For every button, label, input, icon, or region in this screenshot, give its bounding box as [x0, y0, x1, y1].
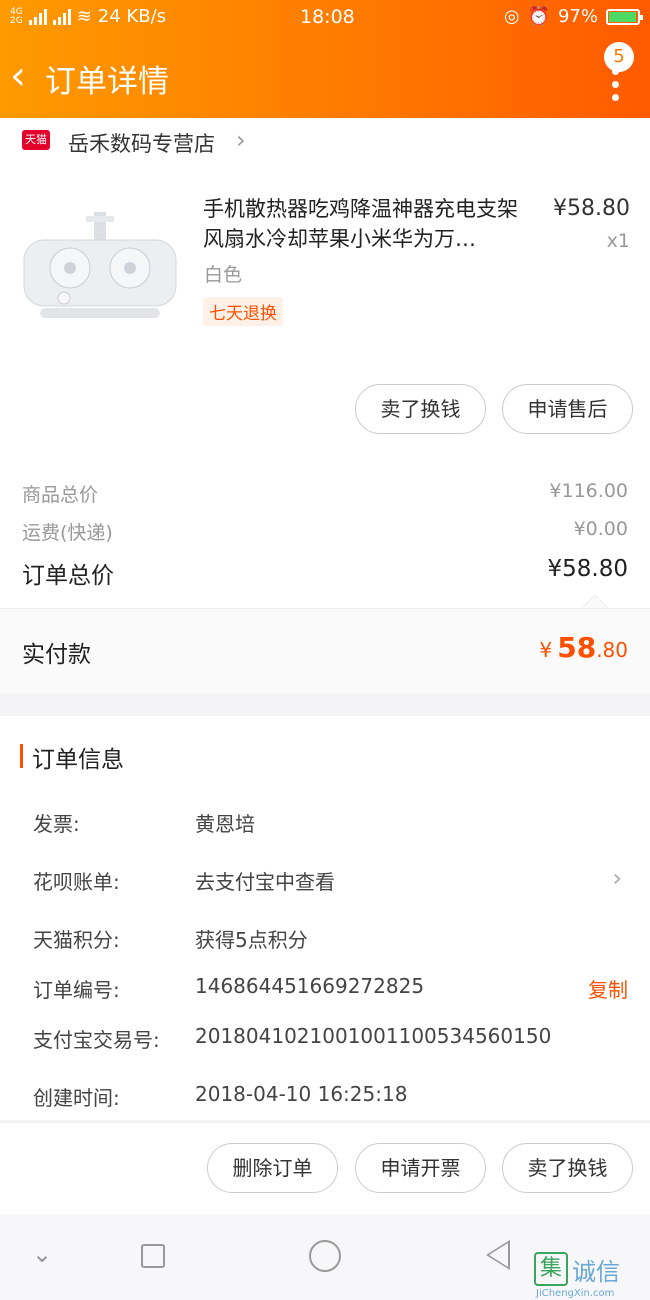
goods-total-row: 商品总价 ¥116.00: [22, 480, 628, 507]
info-value: 去支付宝中查看: [195, 870, 335, 894]
recents-square-icon[interactable]: [141, 1244, 165, 1268]
info-value: 2018-04-10 16:25:18: [195, 1082, 408, 1106]
sell-button[interactable]: 卖了换钱: [355, 384, 486, 434]
more-menu-icon[interactable]: [612, 68, 620, 107]
goods-total-value: ¥116.00: [549, 480, 628, 502]
status-left: 4G 2G ≋ 24 KB/s: [10, 6, 166, 27]
invoice-row: 发票: 黄恩培: [33, 808, 628, 838]
status-bar: 4G 2G ≋ 24 KB/s 18:08 ◎ ⏰ 97%: [0, 0, 650, 34]
signal-icon-2: [52, 8, 71, 25]
section-accent-bar: [20, 744, 23, 768]
shipping-row: 运费(快递) ¥0.00: [22, 518, 628, 545]
watermark-text: 诚信: [572, 1258, 620, 1286]
order-info-title: 订单信息: [32, 747, 124, 773]
info-value: 黄恩培: [195, 812, 255, 836]
paid-amount: ¥ 58.80: [539, 631, 628, 664]
wifi-icon: ≋: [76, 6, 92, 27]
watermark: 集 诚信 JiChengXin.com: [534, 1252, 644, 1300]
delete-order-button[interactable]: 删除订单: [207, 1143, 338, 1193]
back-triangle-icon[interactable]: [486, 1240, 510, 1270]
price-summary: 商品总价 ¥116.00 运费(快递) ¥0.00 订单总价 ¥58.80: [0, 460, 650, 620]
info-label: 发票:: [33, 812, 80, 836]
chevron-right-icon: ›: [236, 126, 246, 154]
copy-button[interactable]: 复制: [588, 974, 628, 1003]
request-invoice-button[interactable]: 申请开票: [355, 1143, 486, 1193]
app-header: 4G 2G ≋ 24 KB/s 18:08 ◎ ⏰ 97% ‹ 订单详情 5: [0, 0, 650, 118]
network-speed: 24 KB/s: [97, 6, 167, 27]
after-sales-button[interactable]: 申请售后: [502, 384, 633, 434]
store-row[interactable]: 天猫 岳禾数码专营店 ›: [0, 118, 650, 160]
paid-label: 实付款: [22, 642, 91, 668]
watermark-url: JiChengXin.com: [536, 1288, 615, 1299]
order-actions: 删除订单 申请开票 卖了换钱: [0, 1122, 650, 1214]
info-value: 获得5点积分: [195, 928, 308, 952]
network-type: 4G 2G: [10, 7, 23, 26]
sell-button-bottom[interactable]: 卖了换钱: [502, 1143, 633, 1193]
order-info: 订单信息 发票: 黄恩培 花呗账单: 去支付宝中查看 › 天猫积分: 获得5点积…: [0, 716, 650, 1120]
shipping-label: 运费(快递): [22, 522, 113, 544]
alipay-tx-row: 支付宝交易号: 2018041021001001100534560150: [33, 1024, 628, 1054]
info-label: 支付宝交易号:: [33, 1028, 160, 1052]
signal-icon: [28, 8, 47, 25]
battery-icon: [606, 8, 643, 25]
product-spec: 白色: [204, 264, 243, 286]
lock-rotation-icon: ◎: [503, 6, 520, 27]
page-title: 订单详情: [45, 64, 169, 100]
info-label: 天猫积分:: [33, 928, 120, 952]
network-label-2: 2G: [10, 15, 23, 26]
order-total-row: 订单总价 ¥58.80: [22, 556, 628, 590]
message-badge: 5: [604, 42, 634, 72]
order-total-label: 订单总价: [22, 563, 114, 589]
info-label: 创建时间:: [33, 1086, 120, 1110]
chevron-right-icon: ›: [612, 864, 622, 892]
points-row: 天猫积分: 获得5点积分: [33, 924, 628, 954]
battery-percent: 97%: [557, 6, 598, 27]
back-chevron-icon[interactable]: ‹: [10, 56, 40, 96]
product-quantity: x1: [606, 230, 630, 252]
goods-total-label: 商品总价: [22, 484, 99, 506]
product-title[interactable]: 手机散热器吃鸡降温神器充电支架风扇水冷却苹果小米华为万…: [203, 194, 538, 254]
home-circle-icon[interactable]: [309, 1240, 341, 1272]
order-number-row: 订单编号: 146864451669272825 复制: [33, 974, 628, 1004]
watermark-logo: 集: [534, 1252, 568, 1286]
info-value: 146864451669272825: [195, 974, 425, 998]
product-card: 手机散热器吃鸡降温神器充电支架风扇水冷却苹果小米华为万… ¥58.80 x1 白…: [0, 160, 650, 460]
collapse-chevron-icon[interactable]: ⌄: [32, 1240, 52, 1268]
status-right: ◎ ⏰ 97%: [503, 6, 643, 27]
paid-decimal: .80: [596, 638, 628, 662]
alarm-icon: ⏰: [527, 6, 550, 27]
paid-row: 实付款 ¥ 58.80: [0, 608, 650, 694]
info-value: 2018041021001001100534560150: [195, 1024, 552, 1048]
store-name: 岳禾数码专营店: [68, 132, 215, 156]
product-image[interactable]: [20, 212, 180, 332]
order-total-value: ¥58.80: [547, 556, 628, 582]
shipping-value: ¥0.00: [573, 518, 628, 540]
paid-integer: 58: [557, 631, 597, 664]
created-time-row: 创建时间: 2018-04-10 16:25:18: [33, 1082, 628, 1112]
currency-symbol: ¥: [539, 638, 553, 662]
clock: 18:08: [300, 6, 355, 28]
nav-bar: ‹ 订单详情 5: [0, 42, 650, 112]
return-policy-tag: 七天退换: [203, 297, 283, 326]
tmall-logo: 天猫: [22, 130, 50, 150]
product-price: ¥58.80: [553, 196, 630, 221]
info-label: 花呗账单:: [33, 870, 120, 894]
huabei-row[interactable]: 花呗账单: 去支付宝中查看 ›: [33, 864, 628, 896]
info-label: 订单编号:: [33, 978, 120, 1002]
